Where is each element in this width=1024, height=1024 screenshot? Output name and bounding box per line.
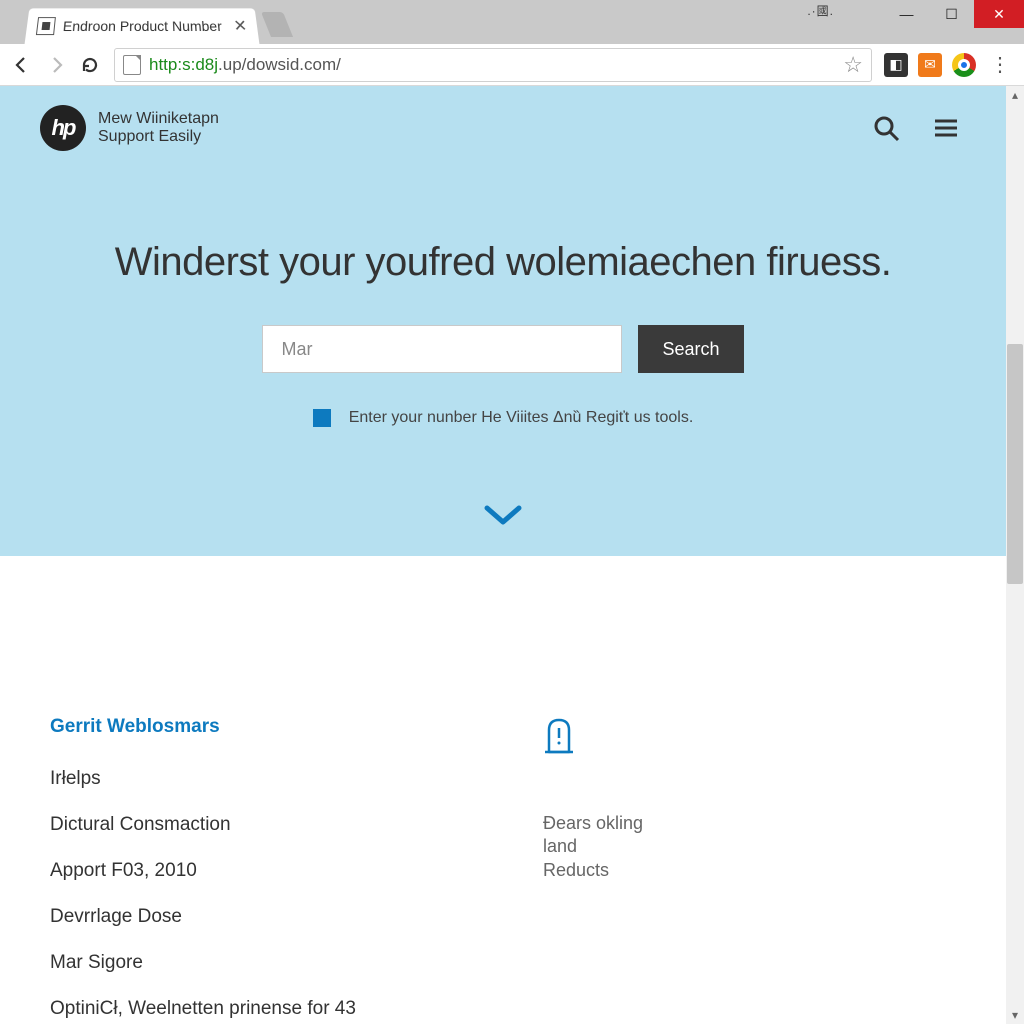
tab-title: Endroon Product Number: [62, 18, 228, 34]
back-button[interactable]: [6, 49, 38, 81]
section-title: Gerrit Weblosmars: [50, 716, 463, 738]
chrome-profile-icon[interactable]: [952, 53, 976, 77]
ime-indicator: .·國.: [807, 2, 834, 19]
tab-favicon: [36, 17, 56, 35]
page-content: hp Mew Wiiniketapn Support Easily Winder…: [0, 86, 1006, 1024]
new-tab-button[interactable]: [261, 12, 293, 37]
content-section: Gerrit Weblosmars Irłelps Dictural Consm…: [0, 556, 1006, 1024]
site-info-icon[interactable]: [123, 55, 141, 75]
side-text-line: Reducts: [543, 859, 956, 882]
scrollbar[interactable]: ▴ ▾: [1006, 86, 1024, 1024]
search-button-label: Search: [662, 339, 719, 360]
brand-line1: Mew Wiiniketapn: [98, 110, 219, 128]
forward-button: [40, 49, 72, 81]
side-text-line: land: [543, 835, 956, 858]
side-column: Đears okling land Reducts: [543, 716, 956, 1024]
brand-line2: Support Easily: [98, 128, 219, 146]
tab-close-icon[interactable]: ✕: [233, 16, 249, 36]
url-text: http:s:d8j.up/dowsid.com/: [149, 55, 341, 75]
search-button[interactable]: Search: [638, 325, 743, 373]
search-input-value: Mar: [281, 339, 312, 360]
browser-toolbar: http:s:d8j.up/dowsid.com/ ☆ ◧ ✉ ⋮: [0, 44, 1024, 86]
scroll-up-arrow-icon[interactable]: ▴: [1006, 86, 1024, 104]
side-text: Đears okling land Reducts: [543, 812, 956, 882]
reload-button[interactable]: [74, 49, 106, 81]
product-search-input[interactable]: Mar: [262, 325, 622, 373]
window-titlebar: .·國. Endroon Product Number ✕ — ☐ ✕: [0, 0, 1024, 44]
link-item[interactable]: Apport F03, 2010: [50, 860, 463, 882]
search-row: Mar Search: [40, 325, 966, 373]
link-item[interactable]: Mar Sigore: [50, 952, 463, 974]
hero-section: hp Mew Wiiniketapn Support Easily Winder…: [0, 86, 1006, 556]
links-list: Irłelps Dictural Consmaction Apport F03,…: [50, 768, 463, 1020]
scrollbar-thumb[interactable]: [1007, 344, 1023, 584]
extension-icon-1[interactable]: ◧: [884, 53, 908, 77]
scroll-down-chevron-icon[interactable]: [483, 504, 523, 528]
hp-logo[interactable]: hp: [40, 105, 86, 151]
side-text-line: Đears okling: [543, 812, 956, 835]
search-icon[interactable]: [866, 108, 906, 148]
bookmark-star-icon[interactable]: ☆: [843, 52, 863, 78]
address-bar[interactable]: http:s:d8j.up/dowsid.com/ ☆: [114, 48, 872, 82]
browser-tab[interactable]: Endroon Product Number ✕: [25, 8, 260, 44]
site-header: hp Mew Wiiniketapn Support Easily: [40, 86, 966, 170]
hint-square-icon: [313, 409, 331, 427]
links-column: Gerrit Weblosmars Irłelps Dictural Consm…: [50, 716, 463, 1024]
link-item[interactable]: Dictural Consmaction: [50, 814, 463, 836]
search-hint: Enter your nunber He Viiites Δnȕ Regiťt …: [40, 409, 966, 427]
window-close-button[interactable]: ✕: [974, 0, 1024, 28]
extension-icon-2[interactable]: ✉: [918, 53, 942, 77]
window-minimize-button[interactable]: —: [884, 0, 929, 28]
link-item[interactable]: Irłelps: [50, 768, 463, 790]
window-controls: — ☐ ✕: [884, 0, 1024, 28]
hint-text: Enter your nunber He Viiites Δnȕ Regiťt …: [349, 409, 694, 427]
link-item[interactable]: Devrrlage Dose: [50, 906, 463, 928]
hero-headline: Winderst your youfred wolemiaechen firue…: [40, 240, 966, 285]
viewport: hp Mew Wiiniketapn Support Easily Winder…: [0, 86, 1024, 1024]
alert-icon: [543, 716, 956, 756]
brand-text: Mew Wiiniketapn Support Easily: [98, 110, 219, 145]
link-item[interactable]: OptiniCł, Weelnetten prinense for 43: [50, 998, 463, 1020]
window-maximize-button[interactable]: ☐: [929, 0, 974, 28]
scrollbar-track[interactable]: [1006, 104, 1024, 1006]
hamburger-menu-icon[interactable]: [926, 108, 966, 148]
scroll-down-arrow-icon[interactable]: ▾: [1006, 1006, 1024, 1024]
browser-menu-button[interactable]: ⋮: [982, 52, 1018, 77]
